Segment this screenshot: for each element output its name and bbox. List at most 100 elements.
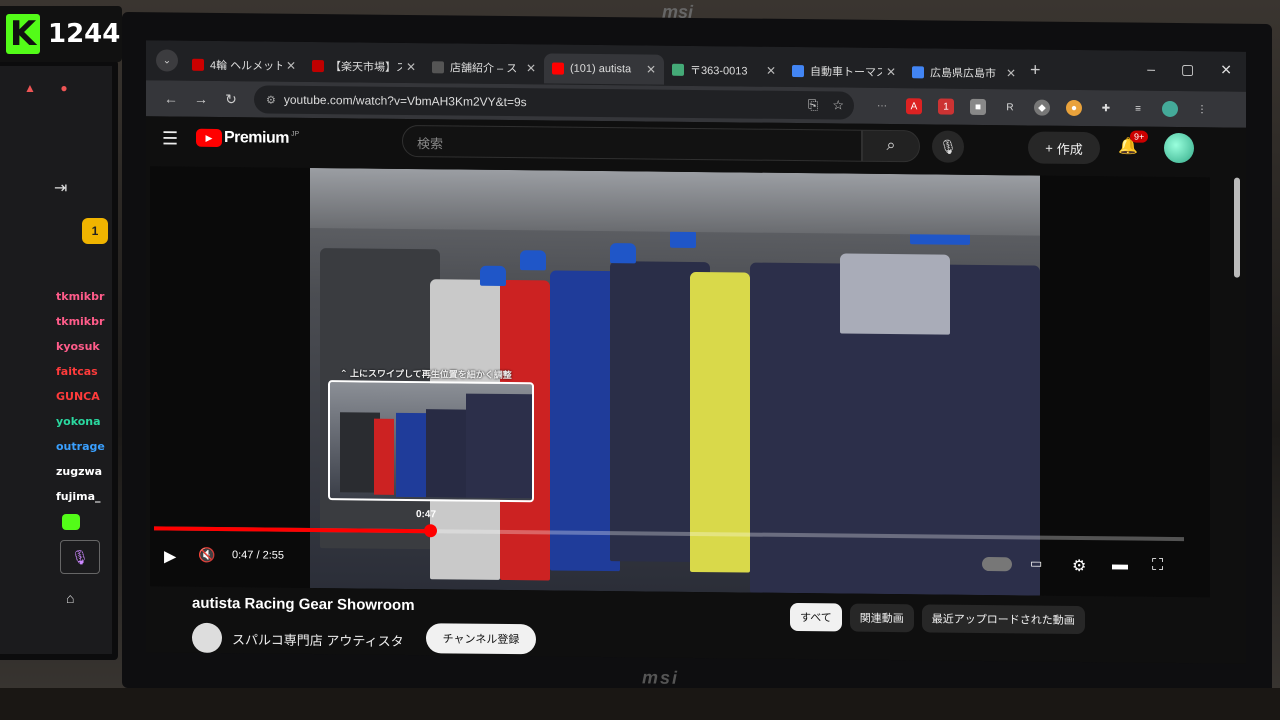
chat-username[interactable]: outrage [56, 434, 106, 459]
page-scrollbar[interactable] [1234, 177, 1240, 278]
viewer-count-overlay: K 1244 [0, 6, 122, 62]
thumb-suit [426, 409, 466, 498]
tab-close-icon[interactable]: ✕ [886, 65, 896, 79]
chrome-menu-icon[interactable]: ⋮ [1194, 101, 1210, 117]
create-button[interactable]: + 作成 [1028, 131, 1100, 165]
chat-username[interactable]: fujima_ [56, 484, 106, 509]
suit-yellow [690, 271, 750, 573]
chat-username[interactable]: faitcas [56, 359, 106, 384]
kick-logo-icon: K [6, 14, 40, 54]
mute-icon[interactable]: 🔇 [198, 547, 215, 564]
youtube-play-icon: ▶ [196, 128, 222, 148]
close-window-button[interactable]: ✕ [1220, 61, 1232, 78]
maximize-button[interactable]: ▢ [1181, 61, 1194, 78]
extensions-bar: ⋯ A 1 ■ R ◆ ● ✚ ≡ ⋮ [874, 98, 1210, 118]
search-button[interactable]: ⌕ [862, 129, 920, 163]
suit-collar [840, 253, 950, 335]
preview-time: 0:47 [416, 509, 437, 521]
menu-icon[interactable]: ☰ [162, 128, 178, 149]
voice-search-button[interactable]: 🎙 [932, 130, 964, 163]
forward-icon[interactable]: → [186, 91, 216, 107]
reload-icon[interactable]: ↻ [216, 90, 246, 107]
cast-icon[interactable]: ⎘ [808, 97, 818, 113]
theater-mode-icon[interactable]: ▬ [1112, 556, 1128, 574]
browser-tab[interactable]: 自動車トーマス ✕ [784, 56, 904, 87]
shield-icon[interactable]: ◆ [1034, 99, 1050, 116]
youtube-page: ☰ ▶ Premium JP 検索 ⌕ 🎙 + 作成 🔔 9+ ⌃ 上にスワイプ… [146, 116, 1246, 664]
notifications-badge: 9+ [1130, 130, 1149, 143]
tab-title: 自動車トーマス [810, 66, 882, 79]
tab-favicon-icon [672, 63, 684, 76]
coin-extension-icon[interactable]: ● [1066, 99, 1082, 117]
scene: K 1244 ▲ ● ⇥ 1 tkmikbr tkmikbr kyosuk faitc… [0, 0, 1280, 720]
thumb-suit [374, 418, 394, 495]
mic-button[interactable]: 🎙 [60, 540, 100, 574]
reading-list-icon[interactable]: ≡ [1130, 101, 1146, 117]
filter-chip[interactable]: 関連動画 [849, 603, 914, 633]
bookmark-star-icon[interactable]: ☆ [832, 97, 844, 113]
region-label: JP [290, 130, 300, 138]
pdf-extension-icon[interactable]: A [906, 98, 922, 115]
browser-tab[interactable]: 4輪 ヘルメット ✕ [184, 50, 304, 81]
store-icon[interactable]: ⌂ [66, 590, 74, 606]
player-controls: ▶ 🔇 0:47 / 2:55 ▭ ⚙ ▬ ⛶ [150, 538, 1210, 589]
collapse-chat-icon[interactable]: ⇥ [54, 178, 67, 198]
tab-close-icon[interactable]: ✕ [766, 64, 776, 78]
tab-search-icon[interactable]: ⌄ [156, 49, 178, 72]
settings-gear-icon[interactable]: ⚙ [1072, 556, 1086, 576]
chat-username[interactable]: kyosuk [56, 334, 106, 359]
tab-close-icon[interactable]: ✕ [646, 62, 656, 76]
browser-tab[interactable]: 広島県広島市 ✕ [904, 57, 1024, 88]
extension-dots-icon[interactable]: ⋯ [874, 98, 890, 114]
video-title: autista Racing Gear Showroom [192, 594, 415, 615]
chat-username[interactable]: zugzwa [56, 459, 106, 484]
back-icon[interactable]: ← [156, 90, 186, 106]
play-icon[interactable]: ▶ [164, 546, 176, 566]
browser-tab[interactable]: (101) autista ✕ [544, 53, 664, 85]
account-avatar[interactable] [1164, 132, 1194, 164]
tab-title: 〒363-0013 [690, 64, 748, 78]
hanger [610, 243, 636, 264]
tab-close-icon[interactable]: ✕ [526, 61, 536, 75]
subscribe-button[interactable]: チャンネル登録 [426, 623, 536, 655]
tab-close-icon[interactable]: ✕ [1006, 66, 1016, 80]
channel-name[interactable]: スパルコ専門店 アウティスタ [232, 629, 404, 650]
hanger [520, 250, 546, 271]
chat-username[interactable]: GUNCA [56, 384, 106, 409]
video-player[interactable]: ⌃ 上にスワイプして再生位置を細かく調整 0:47 ▶ 🔇 0:47 / 2:5… [150, 166, 1210, 598]
site-info-icon[interactable]: ⚙ [266, 93, 276, 106]
chat-username[interactable]: tkmikbr [56, 309, 106, 334]
emote-icon[interactable] [62, 514, 80, 530]
left-monitor: ▲ ● ⇥ 1 tkmikbr tkmikbr kyosuk faitcas GUNCA… [0, 60, 118, 660]
channel-avatar[interactable] [192, 622, 222, 654]
browser-tab[interactable]: 〒363-0013 ✕ [664, 55, 784, 86]
profile-avatar-icon[interactable] [1162, 100, 1178, 118]
filter-chip[interactable]: 最近アップロードされた動画 [921, 604, 1085, 635]
seek-preview-thumbnail [328, 380, 534, 503]
chat-username[interactable]: tkmikbr [56, 284, 106, 309]
extension-icon[interactable]: ■ [970, 98, 986, 116]
youtube-logo[interactable]: ▶ Premium JP [196, 128, 300, 148]
progress-scrubber[interactable] [424, 524, 438, 538]
badge-extension-icon[interactable]: 1 [938, 98, 954, 115]
create-label: 作成 [1056, 141, 1083, 157]
tab-close-icon[interactable]: ✕ [406, 60, 416, 74]
address-bar[interactable]: ⚙ youtube.com/watch?v=VbmAH3Km2VY&t=9s ⎘… [254, 85, 854, 120]
tab-favicon-icon [312, 59, 324, 73]
new-tab-button[interactable]: + [1030, 59, 1041, 80]
fullscreen-icon[interactable]: ⛶ [1152, 557, 1163, 575]
browser-tab[interactable]: 【楽天市場】ス ✕ [304, 51, 424, 82]
autoplay-toggle[interactable] [982, 556, 1012, 572]
rw-extension-icon[interactable]: R [1002, 99, 1018, 115]
tab-close-icon[interactable]: ✕ [286, 59, 296, 73]
tab-title: 【楽天市場】ス [330, 61, 402, 74]
search-input[interactable]: 検索 [402, 124, 862, 162]
url-text: youtube.com/watch?v=VbmAH3Km2VY&t=9s [283, 92, 527, 110]
filter-chip[interactable]: すべて [790, 602, 842, 632]
browser-tab[interactable]: 店舗紹介 – ス ✕ [424, 52, 544, 83]
minimize-button[interactable]: – [1147, 61, 1155, 78]
chat-badge-icon: 1 [82, 218, 108, 244]
puzzle-icon[interactable]: ✚ [1098, 100, 1114, 116]
chat-username[interactable]: yokona [56, 409, 106, 434]
subtitles-icon[interactable]: ▭ [1030, 555, 1042, 571]
